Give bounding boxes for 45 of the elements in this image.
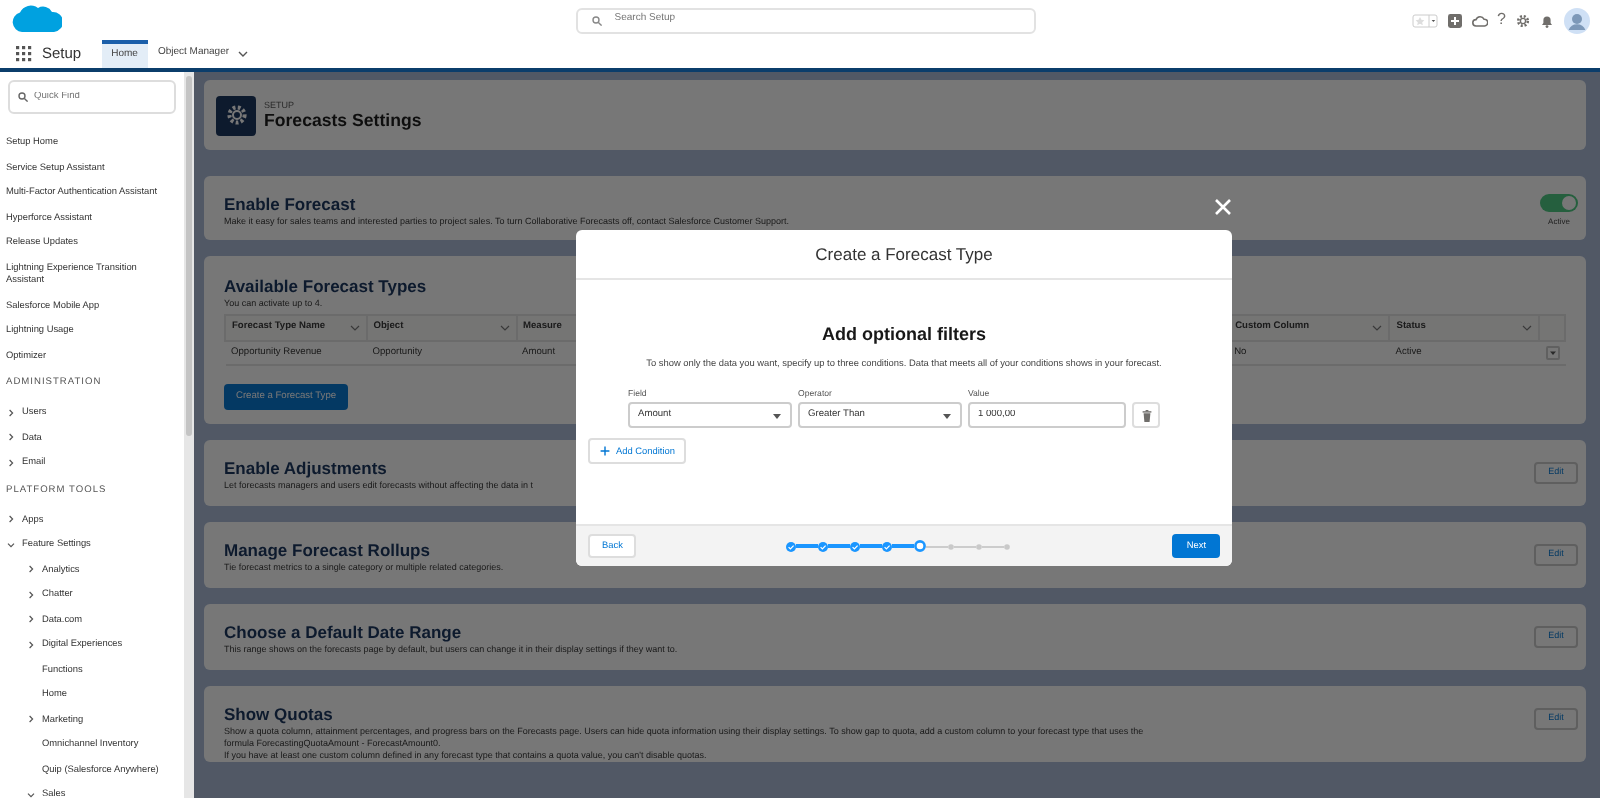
cloud-icon[interactable] xyxy=(1471,13,1488,27)
settings-icon[interactable] xyxy=(1515,13,1530,27)
chevron-right-icon[interactable] xyxy=(6,514,16,525)
section-title: Enable Forecast xyxy=(224,194,356,216)
section-title: Choose a Default Date Range xyxy=(224,622,462,645)
app-launcher-icon[interactable] xyxy=(16,46,32,62)
modal-title: Create a Forecast Type xyxy=(576,230,1232,280)
section-title: Manage Forecast Rollups xyxy=(224,540,430,563)
trash-icon xyxy=(1141,409,1151,422)
caret-icon xyxy=(942,411,952,420)
chevron-right-icon[interactable] xyxy=(26,639,36,650)
chevron-right-icon[interactable] xyxy=(26,614,36,625)
plus-icon[interactable] xyxy=(1447,13,1462,27)
bell-icon[interactable] xyxy=(1539,13,1554,27)
section-title: Available Forecast Types xyxy=(224,276,427,298)
search-icon xyxy=(592,15,603,25)
chevron-right-icon[interactable] xyxy=(6,407,16,418)
chevron-right-icon[interactable] xyxy=(26,714,36,725)
section-title: Show Quotas xyxy=(224,704,333,727)
chevron-down-icon[interactable] xyxy=(6,539,16,550)
close-icon xyxy=(1214,198,1232,216)
scrollbar[interactable] xyxy=(184,72,194,798)
row-actions-button[interactable] xyxy=(1545,346,1559,360)
caret-icon xyxy=(1547,348,1557,358)
chevron-down-icon xyxy=(499,324,509,332)
toggle-switch[interactable] xyxy=(1540,194,1578,212)
close-button[interactable] xyxy=(1214,198,1232,216)
chevron-down-icon[interactable] xyxy=(26,789,36,798)
gear-icon xyxy=(225,104,247,126)
chevron-down-icon xyxy=(1372,324,1383,332)
chevron-right-icon[interactable] xyxy=(6,457,16,468)
modal-heading: Add optional filters xyxy=(822,324,986,346)
chevron-right-icon[interactable] xyxy=(6,432,16,443)
chevron-right-icon[interactable] xyxy=(26,564,36,575)
caret-icon xyxy=(772,411,782,420)
chevron-down-icon xyxy=(1522,324,1532,332)
plus-icon xyxy=(600,446,610,457)
chevron-right-icon[interactable] xyxy=(26,589,36,600)
delete-button[interactable] xyxy=(1132,402,1160,429)
search-icon xyxy=(18,92,28,102)
page-title: Forecasts Settings xyxy=(264,109,422,131)
section-title: Enable Adjustments xyxy=(224,458,387,481)
avatar-icon[interactable] xyxy=(1563,7,1590,33)
help-icon[interactable]: ? xyxy=(1497,12,1506,28)
chevron-down-icon xyxy=(349,324,360,332)
